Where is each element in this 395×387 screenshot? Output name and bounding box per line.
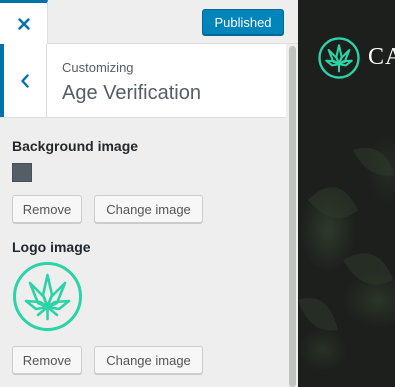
customizer-sidebar: Published Customizing Age Verification B… bbox=[0, 0, 298, 387]
published-button[interactable]: Published bbox=[202, 9, 284, 35]
logo-change-image-button[interactable]: Change image bbox=[94, 346, 203, 374]
site-preview[interactable]: CA bbox=[298, 0, 395, 387]
section-title: Age Verification bbox=[62, 82, 201, 104]
sidebar-scrollbar-thumb[interactable] bbox=[289, 46, 296, 387]
logo-image-thumbnail[interactable] bbox=[12, 261, 83, 332]
background-image-thumbnail[interactable] bbox=[12, 163, 32, 182]
breadcrumb: Customizing bbox=[62, 60, 134, 75]
close-icon bbox=[17, 17, 30, 30]
customizer-topbar: Published bbox=[0, 0, 298, 44]
background-change-image-button[interactable]: Change image bbox=[94, 195, 203, 223]
background-remove-button[interactable]: Remove bbox=[12, 195, 82, 223]
logo-remove-button[interactable]: Remove bbox=[12, 346, 82, 374]
background-image-label: Background image bbox=[12, 138, 139, 154]
close-button[interactable] bbox=[0, 0, 48, 44]
chevron-left-icon bbox=[21, 73, 29, 88]
back-button[interactable] bbox=[0, 44, 47, 117]
preview-logo-icon bbox=[318, 37, 360, 79]
cannabis-leaf-logo-icon bbox=[13, 262, 82, 331]
logo-image-label: Logo image bbox=[12, 239, 91, 255]
preview-site-title: CA bbox=[368, 44, 395, 70]
section-header: Customizing Age Verification bbox=[0, 44, 286, 118]
